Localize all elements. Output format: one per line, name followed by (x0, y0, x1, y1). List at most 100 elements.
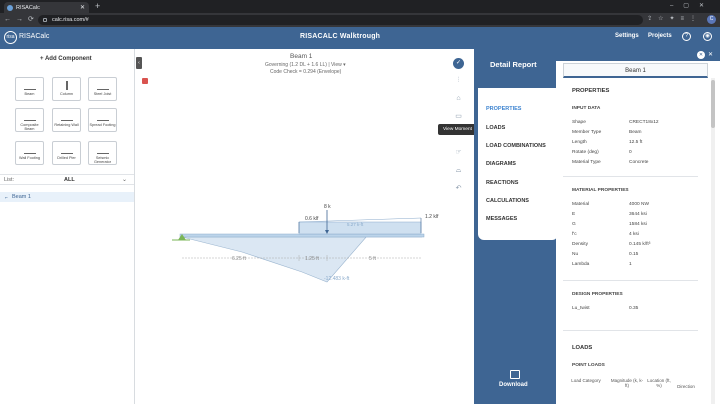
lock-icon (43, 18, 47, 22)
prop-value: CRECT18x12 (629, 120, 659, 125)
beam-diagram: 8 k 0.6 klf 1.2 klf 5.27 k-ft 6.25 ft 1.… (172, 204, 439, 283)
component-label: Column (59, 92, 74, 96)
dist-load-right-label: 1.2 klf (425, 214, 439, 220)
window-controls[interactable]: –▢✕ (670, 2, 714, 9)
table-header: Location (ft, %) (647, 378, 671, 388)
dist-load-left-label: 0.6 klf (305, 216, 319, 222)
divider (563, 330, 698, 331)
list-filter-label: List: (4, 177, 15, 183)
view-torsion-icon[interactable]: ⌓ (452, 164, 465, 177)
list-item-label[interactable]: Beam 1 (12, 194, 31, 200)
add-component-button[interactable]: + Add Component (40, 56, 92, 62)
browser-tab-bar (0, 0, 720, 13)
component-label: Spread Footing (89, 123, 116, 127)
nav-load-combinations[interactable]: LOAD COMBINATIONS (486, 143, 546, 149)
component-label: Steel Joist (93, 92, 112, 96)
dim-label: 5 ft (369, 256, 377, 262)
prop-key: Nu (572, 252, 579, 257)
project-title: RISACALC Walktrough (300, 33, 381, 40)
chevron-down-icon[interactable]: ⌄ (122, 176, 127, 183)
prop-key: Material (572, 202, 590, 207)
prop-value: 0.15 (629, 252, 639, 257)
brand-name: RISACalc (19, 33, 50, 40)
moment-min-label: -12.483 k-ft (324, 276, 350, 282)
dim-label: 1.25 ft (305, 256, 320, 262)
divider (563, 280, 698, 281)
help-icon[interactable]: ? (682, 32, 691, 41)
delete-icon[interactable] (142, 78, 148, 84)
component-composite-beam-button[interactable]: Composite Beam (15, 108, 44, 132)
component-steel-joist-button[interactable]: Steel Joist (88, 77, 117, 101)
component-column-button[interactable]: Column (52, 77, 81, 101)
prop-value: 1584 ksi (629, 222, 647, 227)
view-deflection-icon[interactable]: ⌂ (452, 92, 465, 105)
prop-value: 12.5 ft (629, 140, 643, 145)
composite-beam-icon (23, 112, 36, 121)
view-axial-icon[interactable]: ☞ (452, 146, 465, 159)
settings-link[interactable]: Settings (615, 33, 639, 39)
close-tab-icon[interactable]: ✕ (80, 4, 85, 11)
design-title: DESIGN PROPERTIES (572, 292, 623, 297)
nav-reactions[interactable]: REACTIONS (486, 180, 518, 186)
prop-value: Beam (629, 130, 642, 135)
prop-key: E (572, 212, 576, 217)
point-load-label: 8 k (324, 204, 331, 210)
prop-key: Shape (572, 120, 586, 125)
canvas-title: Beam 1 (290, 53, 313, 60)
moment-max-label: 5.27 k-ft (347, 222, 364, 227)
component-label: Retaining Wall (54, 123, 79, 127)
component-label: Seismic Generator (93, 156, 112, 164)
seismic-icon (96, 145, 109, 154)
report-top-bar (556, 49, 720, 61)
close-panel-icon[interactable]: ✕ (708, 51, 713, 58)
nav-messages[interactable]: MESSAGES (486, 216, 517, 222)
prop-key: Lambda (572, 262, 590, 267)
check-icon[interactable]: ✓ (453, 58, 464, 69)
prop-key: Material Type (572, 160, 601, 165)
table-header: Direction (677, 384, 695, 389)
table-header: Load Category (571, 378, 601, 383)
prop-value: 3644 ksi (629, 212, 647, 217)
wall-footing-icon (23, 145, 36, 154)
tooltip: View Moment (438, 124, 477, 135)
governing-combo[interactable]: Governing (1.2 DL + 1.6 LL) | View ▾ (265, 62, 346, 68)
profile-avatar[interactable]: C (707, 15, 716, 24)
new-tab-button[interactable]: + (95, 1, 100, 11)
list-filter-value[interactable]: ALL (64, 177, 75, 183)
download-button[interactable]: Download (499, 382, 528, 388)
user-icon[interactable]: ◉ (703, 32, 712, 41)
url-input[interactable]: calc.risa.com/# (38, 15, 643, 25)
section-properties: PROPERTIES (572, 88, 610, 94)
section-loads: LOADS (572, 345, 593, 351)
component-retaining-wall-button[interactable]: Retaining Wall (52, 108, 81, 132)
dim-label: 6.25 ft (232, 256, 247, 262)
rotate-view-icon[interactable]: ↶ (452, 182, 465, 195)
input-data-title: INPUT DATA (572, 106, 601, 111)
browser-tab[interactable]: RISACalc ✕ (4, 2, 89, 13)
nav-properties[interactable]: PROPERTIES (486, 106, 521, 112)
prop-key: Member Type (572, 130, 602, 135)
view-shear-icon[interactable]: ▭ (452, 110, 465, 123)
report-scrollbar-thumb[interactable] (711, 80, 715, 128)
prop-key: Rotate (deg) (572, 150, 599, 155)
component-wall-footing-button[interactable]: Wall Footing (15, 141, 44, 165)
beam-member[interactable] (179, 233, 425, 238)
risa-logo-icon[interactable]: risa (4, 31, 17, 44)
nav-diagrams[interactable]: DIAGRAMS (486, 161, 516, 167)
view-loads-icon[interactable]: ⫶ (452, 74, 465, 87)
nav-loads[interactable]: LOADS (486, 125, 505, 131)
component-drilled-pier-button[interactable]: Drilled Pier (52, 141, 81, 165)
download-icon[interactable] (510, 370, 520, 379)
projects-link[interactable]: Projects (648, 33, 672, 39)
component-spread-footing-button[interactable]: Spread Footing (88, 108, 117, 132)
prop-value: 1 (629, 262, 632, 267)
url-text: calc.risa.com/# (52, 17, 89, 23)
component-seismic-generator-button[interactable]: Seismic Generator (88, 141, 117, 165)
component-beam-button[interactable]: Beam (15, 77, 44, 101)
nav-buttons[interactable]: ←→⟳ (4, 15, 39, 23)
prop-key: G (572, 222, 576, 227)
close-report-icon[interactable]: ✕ (697, 51, 705, 59)
extension-icons[interactable]: ⇪☆✦≡⋮ (647, 15, 702, 22)
collapse-panel-button[interactable]: ‹ (136, 57, 142, 69)
nav-calculations[interactable]: CALCULATIONS (486, 198, 529, 204)
